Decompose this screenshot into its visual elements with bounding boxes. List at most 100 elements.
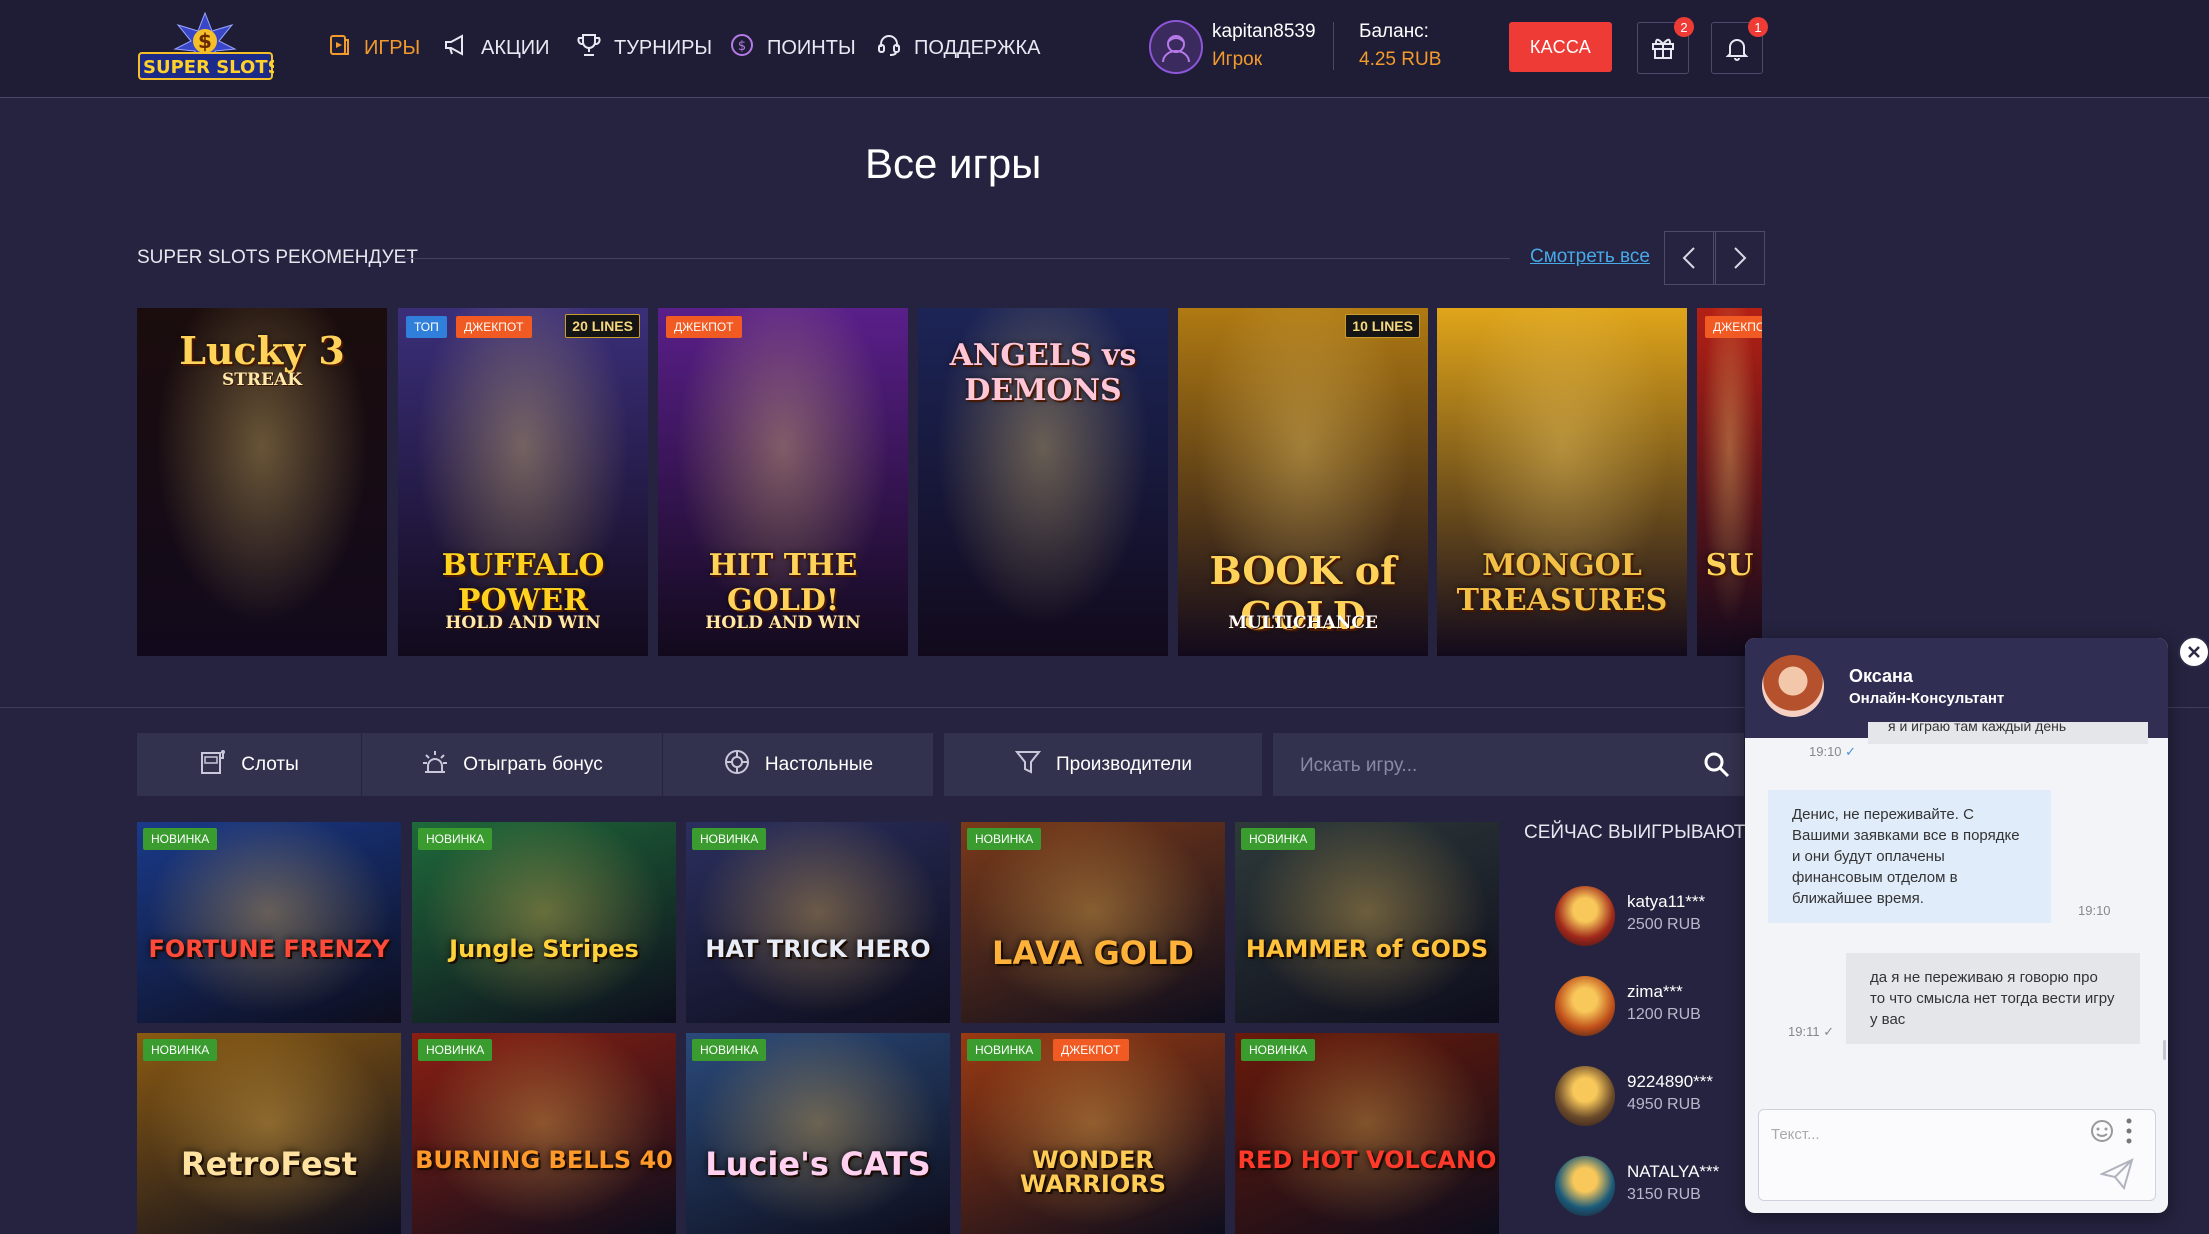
filter-bonus-label: Отыграть бонус <box>463 753 603 775</box>
game-card[interactable]: НОВИНКА FORTUNE FRENZY <box>137 822 401 1023</box>
game-title: FORTUNE FRENZY <box>148 935 390 963</box>
logo-text-slots: SLOTS <box>216 57 274 78</box>
recommended-game-card[interactable]: ДЖЕКПОТ HIT THE GOLD! HOLD AND WIN <box>658 308 908 656</box>
filter-providers[interactable]: Производители <box>944 733 1262 796</box>
recommended-game-card[interactable]: ANGELS vs DEMONS <box>918 308 1168 656</box>
notifications-badge: 1 <box>1748 17 1768 37</box>
chat-message-input[interactable] <box>1769 1118 2073 1150</box>
jackpot-badge: ДЖЕКПОТ <box>666 316 742 338</box>
balance-value: 4.25 RUB <box>1359 49 1442 70</box>
new-badge: НОВИНКА <box>418 828 493 850</box>
svg-text:SUPER SLOTS: SUPER SLOTS <box>143 57 274 78</box>
winner-item[interactable]: 9224890*** 4950 RUB <box>1555 1066 1745 1130</box>
recommended-game-card[interactable]: MONGOL TREASURES <box>1437 308 1687 656</box>
username[interactable]: kapitan8539 <box>1212 21 1316 43</box>
game-search-input[interactable] <box>1298 733 1682 798</box>
winner-item[interactable]: zima*** 1200 RUB <box>1555 976 1745 1040</box>
game-card[interactable]: НОВИНКА RetroFest <box>137 1033 401 1234</box>
game-card[interactable]: НОВИНКА RED HOT VOLCANO <box>1235 1033 1499 1234</box>
carousel-prev-button[interactable] <box>1664 231 1716 285</box>
game-title: HAMMER of GODS <box>1245 935 1489 963</box>
slot-machine-icon <box>199 748 227 782</box>
agent-avatar <box>1762 655 1824 717</box>
game-card[interactable]: НОВИНКА BURNING BELLS 40 <box>412 1033 676 1234</box>
funnel-icon <box>1014 748 1042 782</box>
chat-close-button[interactable] <box>2178 636 2209 668</box>
logo-text-super: SUPER <box>143 57 210 78</box>
chevron-right-icon <box>1734 247 1747 269</box>
trophy-icon <box>576 32 602 64</box>
nav-support-label: ПОДДЕРЖКА <box>914 36 1041 59</box>
notifications-button[interactable]: 1 <box>1711 17 1768 74</box>
coin-icon: $ <box>729 32 755 64</box>
chat-message-agent-text: Денис, не переживайте. С Вашими заявками… <box>1792 806 2020 907</box>
emoji-icon[interactable] <box>2089 1118 2115 1144</box>
jackpot-badge: ДЖЕКПОТ <box>456 316 532 338</box>
recommended-game-card[interactable]: Lucky 3 STREAK <box>137 308 387 656</box>
winner-name: 9224890*** <box>1627 1072 1714 1091</box>
winner-game-thumbnail <box>1555 886 1615 946</box>
winner-game-thumbnail <box>1555 976 1615 1036</box>
game-card[interactable]: НОВИНКА Jungle Stripes <box>412 822 676 1023</box>
game-title: SU <box>1705 548 1754 583</box>
headset-icon <box>876 32 902 64</box>
winner-item[interactable]: katya11*** 2500 RUB <box>1555 886 1745 950</box>
top-header: $ SUPER SLOTS ИГРЫ АКЦИИ ТУРНИРЫ $ ПОИНТ… <box>0 0 2209 98</box>
game-title: HAT TRICK HERO <box>705 935 931 963</box>
new-badge: НОВИНКА <box>967 828 1042 850</box>
jackpot-badge: ДЖЕКПОТ <box>1705 316 1762 338</box>
logo-symbol: $ <box>198 29 212 53</box>
recommended-game-card[interactable]: ТОП ДЖЕКПОТ 20 LINES BUFFALO POWER HOLD AND … <box>398 308 648 656</box>
user-avatar[interactable] <box>1149 20 1203 74</box>
send-icon[interactable] <box>2100 1158 2134 1190</box>
winner-item[interactable]: NATALYA*** 3150 RUB <box>1555 1156 1745 1220</box>
nav-promotions[interactable]: АКЦИИ <box>443 30 550 66</box>
game-card[interactable]: НОВИНКА Lucie's CATS <box>686 1033 950 1234</box>
svg-text:$: $ <box>738 39 746 54</box>
gift-icon <box>1652 38 1674 59</box>
nav-tournaments[interactable]: ТУРНИРЫ <box>576 30 712 66</box>
nav-games[interactable]: ИГРЫ <box>326 30 420 66</box>
more-options-icon[interactable] <box>2123 1116 2135 1146</box>
filter-bonus[interactable]: Отыграть бонус <box>362 733 662 796</box>
filter-slots-label: Слоты <box>241 753 299 775</box>
chat-message-user-2-time: 19:11 ✓ <box>1788 1024 1834 1040</box>
chat-message-agent-time: 19:10 <box>2078 903 2111 918</box>
agent-name: Оксана <box>1849 666 1913 686</box>
carousel-next-button[interactable] <box>1713 231 1765 285</box>
filter-slots[interactable]: Слоты <box>137 733 361 796</box>
see-all-link[interactable]: Смотреть все <box>1530 246 1650 268</box>
game-card[interactable]: НОВИНКА HAT TRICK HERO <box>686 822 950 1023</box>
nav-points[interactable]: $ ПОИНТЫ <box>729 30 856 66</box>
gifts-button[interactable]: 2 <box>1637 17 1694 74</box>
bonus-burst-icon <box>421 748 449 782</box>
winner-amount: 2500 RUB <box>1627 916 1701 933</box>
close-icon <box>2188 646 2200 658</box>
recommended-game-card[interactable]: ДЖЕКПОТ SU <box>1697 308 1762 656</box>
filter-table-games[interactable]: Настольные <box>663 733 933 796</box>
user-role: Игрок <box>1212 49 1263 70</box>
game-card[interactable]: НОВИНКА ДЖЕКПОТ WONDER WARRIORS <box>961 1033 1225 1234</box>
game-card[interactable]: НОВИНКА LAVA GOLD <box>961 822 1225 1023</box>
filter-table-games-label: Настольные <box>764 753 874 775</box>
nav-tournaments-label: ТУРНИРЫ <box>614 36 713 59</box>
cashier-button[interactable]: КАССА <box>1509 22 1612 72</box>
chat-input-box <box>1758 1109 2156 1201</box>
game-subtitle: HOLD AND WIN <box>705 613 861 633</box>
winner-game-thumbnail <box>1555 1156 1615 1216</box>
nav-promotions-label: АКЦИИ <box>481 36 550 59</box>
new-badge: НОВИНКА <box>143 828 218 850</box>
nav-support[interactable]: ПОДДЕРЖКА <box>876 30 1041 66</box>
game-card[interactable]: НОВИНКА HAMMER of GODS <box>1235 822 1499 1023</box>
search-icon[interactable] <box>1703 751 1731 779</box>
chat-scrollbar[interactable] <box>2163 1040 2166 1060</box>
balance-label: Баланс: <box>1359 21 1429 42</box>
site-logo[interactable]: $ SUPER SLOTS <box>137 11 281 81</box>
recommended-game-card[interactable]: 10 LINES BOOK of GOLD MULTICHANCE <box>1178 308 1428 656</box>
chat-message-user-2-text: да я не переживаю я говорю про то что см… <box>1870 969 2115 1028</box>
game-title: Lucky 3 <box>179 328 345 373</box>
top-badge: ТОП <box>406 316 447 338</box>
game-title: MONGOL TREASURES <box>1456 548 1668 618</box>
chat-time-2: 19:11 <box>1788 1024 1820 1039</box>
jackpot-badge: ДЖЕКПОТ <box>1053 1039 1129 1061</box>
